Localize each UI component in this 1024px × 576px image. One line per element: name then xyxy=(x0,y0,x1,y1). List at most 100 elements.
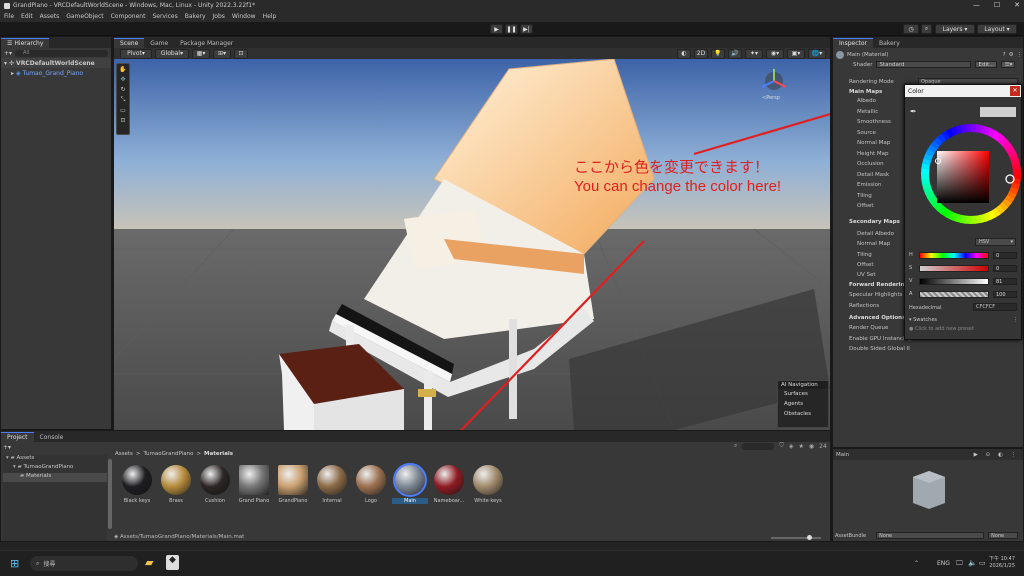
more-icon[interactable]: ⋮ xyxy=(1017,52,1023,58)
inspector-property[interactable]: UV Set xyxy=(857,272,876,278)
asset-tile[interactable]: Black keys xyxy=(119,465,155,510)
menu-item[interactable]: Jobs xyxy=(213,13,225,20)
ai-nav-item[interactable]: Obstacles xyxy=(778,409,828,419)
hand-tool-icon[interactable]: ✋ xyxy=(119,66,126,73)
swatches-header[interactable]: ▾ Swatches xyxy=(909,317,937,323)
asset-tile[interactable]: Grand Piano xyxy=(236,465,272,510)
tab-scene[interactable]: Scene xyxy=(114,38,145,48)
inspector-property[interactable]: Albedo xyxy=(857,98,876,104)
tab-game[interactable]: Game xyxy=(144,38,174,48)
project-tree-item[interactable]: ▾ ▰ TumaoGrandPiano xyxy=(3,464,107,473)
history-icon[interactable]: ◷ xyxy=(903,24,919,34)
help-icon[interactable]: ? xyxy=(1003,52,1006,58)
preview-controls[interactable]: ▶ ⊙ ◐ ⋮ xyxy=(974,452,1019,458)
rect-tool-icon[interactable]: ▭ xyxy=(120,107,126,114)
channel-value-input[interactable]: 100 xyxy=(993,291,1017,298)
favorite-icon[interactable]: ★ xyxy=(799,443,804,450)
swatches-hint[interactable]: ● Click to add new preset xyxy=(909,326,974,332)
draw-mode-icon[interactable]: ◐ xyxy=(677,48,691,59)
menu-item[interactable]: Services xyxy=(152,13,177,20)
tab-hierarchy[interactable]: ☰ Hierarchy xyxy=(1,38,50,48)
language-indicator[interactable]: ENG xyxy=(937,560,950,567)
tab-bakery[interactable]: Bakery xyxy=(873,38,906,48)
zoom-slider-thumb[interactable] xyxy=(807,535,812,540)
breadcrumb-item[interactable]: Materials xyxy=(204,451,233,457)
move-tool-icon[interactable]: ✥ xyxy=(120,76,125,83)
tab-package-manager[interactable]: Package Manager xyxy=(174,38,239,48)
ai-nav-item[interactable]: Agents xyxy=(778,399,828,409)
breadcrumb-item[interactable]: TumaoGrandPiano xyxy=(144,451,194,457)
inspector-property[interactable]: Tiling xyxy=(857,193,872,199)
preview-cube[interactable] xyxy=(913,471,945,509)
grid-dropdown[interactable]: ▦▾ xyxy=(192,48,210,59)
taskbar-search[interactable]: ⌕ 搜尋 xyxy=(30,556,138,571)
inspector-property[interactable]: Detail Albedo xyxy=(857,231,894,237)
increment-snap-icon[interactable]: ⊡ xyxy=(234,48,248,59)
color-mode-dropdown[interactable]: HSV ▾ xyxy=(975,238,1016,246)
edit-shader-button[interactable]: Edit... xyxy=(975,61,998,68)
channel-value-input[interactable]: 0 xyxy=(993,252,1017,259)
menu-item[interactable]: Component xyxy=(111,13,146,20)
maximize-icon[interactable]: ☐ xyxy=(994,1,1000,9)
tab-console[interactable]: Console xyxy=(34,432,70,442)
expand-icon[interactable]: ▸ xyxy=(11,70,14,77)
pivot-dropdown[interactable]: Pivot ▾ xyxy=(120,48,152,59)
project-add-button[interactable]: +▾ xyxy=(3,443,11,451)
inspector-property[interactable]: Detail Mask xyxy=(857,172,889,178)
channel-slider[interactable] xyxy=(919,278,989,285)
unity-taskbar-icon[interactable]: ◆ xyxy=(166,555,179,570)
camera-icon[interactable]: ▣▾ xyxy=(787,48,805,59)
inspector-property[interactable]: Specular Highlights xyxy=(849,292,902,298)
menu-item[interactable]: Assets xyxy=(40,13,60,20)
pause-button[interactable]: ❚❚ xyxy=(505,24,518,34)
channel-slider[interactable] xyxy=(919,291,989,298)
effects-dropdown[interactable]: ✦▾ xyxy=(745,48,763,59)
asset-tile[interactable]: Internal xyxy=(314,465,350,510)
close-icon[interactable]: ✕ xyxy=(1014,1,1020,9)
hierarchy-item[interactable]: ▸ ◈ Tumao_Grand_Piano xyxy=(1,68,111,78)
project-tree-item[interactable]: ▰ Materials xyxy=(3,473,107,482)
inspector-property[interactable]: Smoothness xyxy=(857,119,891,125)
label-icon[interactable]: ◈ xyxy=(789,443,794,450)
asset-tile[interactable]: White keys xyxy=(470,465,506,510)
more-icon[interactable]: ⋮ xyxy=(1013,317,1018,323)
filter-icon[interactable]: ⛉ xyxy=(779,442,784,450)
inspector-property[interactable]: Tiling xyxy=(857,252,872,258)
channel-value-input[interactable]: 81 xyxy=(993,278,1017,285)
menu-item[interactable]: GameObject xyxy=(66,13,103,20)
tree-scrollbar[interactable] xyxy=(108,459,112,529)
inspector-property[interactable]: Height Map xyxy=(857,151,889,157)
hex-input[interactable]: CFCFCF xyxy=(973,303,1017,311)
inspector-property[interactable]: Enable GPU Instancing xyxy=(849,336,911,342)
scene-viewport[interactable]: <Persp xyxy=(114,59,830,430)
audio-icon[interactable]: 🔊 xyxy=(728,48,742,59)
inspector-property[interactable]: Reflections xyxy=(849,303,879,309)
mode-2d-button[interactable]: 2D xyxy=(694,48,708,59)
step-button[interactable]: ▶| xyxy=(520,24,533,34)
menu-item[interactable]: Edit xyxy=(21,13,33,20)
clock[interactable]: 下午 10:47 2026/1/25 xyxy=(989,556,1015,570)
scale-tool-icon[interactable]: ⤡ xyxy=(121,96,126,104)
rotate-tool-icon[interactable]: ↻ xyxy=(120,86,125,93)
network-icon[interactable]: 🖵 xyxy=(956,559,963,568)
transform-tool-icon[interactable]: ⊡ xyxy=(120,117,125,124)
menu-item[interactable]: Bakery xyxy=(185,13,206,20)
menu-item[interactable]: File xyxy=(4,13,14,20)
search-icon[interactable]: ⌕ xyxy=(734,442,737,450)
global-dropdown[interactable]: Global ▾ xyxy=(155,48,189,59)
channel-slider[interactable] xyxy=(919,252,989,259)
inspector-property[interactable]: Double Sided Global Il xyxy=(849,346,910,352)
battery-icon[interactable]: ▭ xyxy=(979,559,986,567)
eyedropper-icon[interactable]: ✒ xyxy=(910,107,917,116)
expand-icon[interactable]: ▾ xyxy=(4,60,7,67)
hierarchy-search-input[interactable]: All xyxy=(15,49,108,57)
settings-icon[interactable]: ⚙ xyxy=(1009,52,1014,58)
menu-item[interactable]: Help xyxy=(263,13,277,20)
inspector-property[interactable]: Metallic xyxy=(857,109,878,115)
snap-dropdown[interactable]: ⊞▾ xyxy=(213,48,231,59)
close-icon[interactable]: ✕ xyxy=(1010,86,1020,96)
asset-tile[interactable]: Brass xyxy=(158,465,194,510)
breadcrumb-item[interactable]: Assets xyxy=(115,451,133,457)
layers-dropdown[interactable]: Layers ▾ xyxy=(935,24,975,34)
inspector-property[interactable]: Normal Map xyxy=(857,140,890,146)
